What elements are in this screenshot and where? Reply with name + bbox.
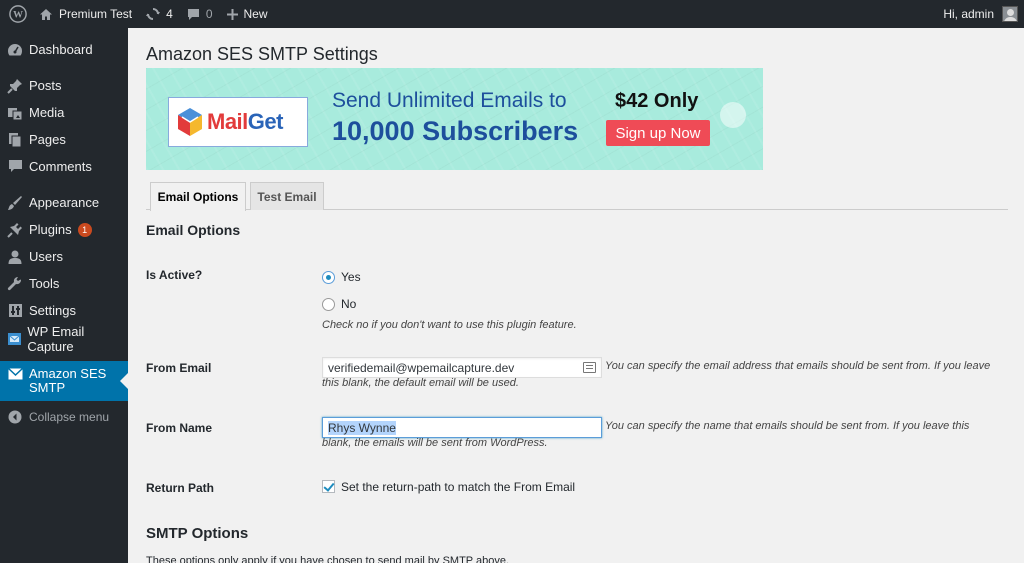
from-name-description: You can specify the name that emails sho… bbox=[322, 420, 970, 449]
email-options-heading: Email Options bbox=[146, 222, 241, 238]
mailget-brand: MailGet bbox=[207, 109, 283, 135]
avatar bbox=[1002, 6, 1018, 22]
sidebar-item-label: Tools bbox=[29, 276, 60, 291]
return-path-label: Return Path bbox=[146, 481, 215, 495]
plugin-icon bbox=[1, 222, 29, 238]
sidebar-item-label: Appearance bbox=[29, 195, 100, 210]
sidebar-item-label: Plugins bbox=[29, 222, 72, 237]
sidebar-item-media[interactable]: Media bbox=[0, 99, 128, 126]
mailget-cube-icon bbox=[177, 107, 203, 137]
sidebar-item-plugins[interactable]: Plugins 1 bbox=[0, 216, 128, 243]
sidebar-item-dashboard[interactable]: Dashboard bbox=[0, 36, 128, 63]
sidebar-item-tools[interactable]: Tools bbox=[0, 270, 128, 297]
collapse-icon bbox=[1, 410, 29, 424]
sidebar-item-label: Posts bbox=[29, 78, 62, 93]
home-icon bbox=[39, 8, 53, 21]
sidebar-item-label: WP Email Capture bbox=[27, 323, 85, 354]
smtp-options-heading: SMTP Options bbox=[146, 525, 249, 542]
sidebar-item-label: Collapse menu bbox=[29, 409, 110, 424]
signup-button[interactable]: Sign up Now bbox=[606, 120, 710, 146]
media-icon bbox=[1, 105, 29, 121]
plus-icon bbox=[226, 8, 238, 20]
email-capture-icon bbox=[1, 332, 27, 346]
sidebar-item-wp-email-capture[interactable]: WP Email Capture bbox=[0, 323, 128, 354]
updates-icon bbox=[146, 7, 161, 21]
admin-bar: W Premium Test 4 0 New Hi, admin bbox=[0, 0, 1024, 28]
plugins-update-badge: 1 bbox=[77, 222, 92, 237]
is-active-yes-label[interactable]: Yes bbox=[341, 270, 361, 284]
smtp-options-note: These options only apply if you have cho… bbox=[146, 555, 510, 563]
banner-decoration bbox=[720, 102, 746, 128]
sidebar-item-amazon-ses-smtp[interactable]: Amazon SES SMTP bbox=[0, 361, 128, 401]
sidebar-item-label: Amazon SES SMTP bbox=[29, 366, 107, 395]
envelope-icon bbox=[1, 368, 29, 380]
sidebar-item-pages[interactable]: Pages bbox=[0, 126, 128, 153]
sidebar-item-label: Settings bbox=[29, 303, 76, 318]
sidebar-item-label: Users bbox=[29, 249, 63, 264]
banner-price: $42 Only bbox=[615, 90, 699, 112]
greeting: Hi, admin bbox=[943, 7, 994, 21]
pin-icon bbox=[1, 78, 29, 94]
is-active-label: Is Active? bbox=[146, 268, 203, 282]
site-name: Premium Test bbox=[59, 7, 133, 21]
sidebar-item-posts[interactable]: Posts bbox=[0, 72, 128, 99]
wrench-icon bbox=[1, 276, 29, 292]
pages-icon bbox=[1, 132, 29, 148]
comments-count: 0 bbox=[205, 7, 213, 21]
is-active-no-label[interactable]: No bbox=[341, 297, 356, 311]
new-content-link[interactable]: New bbox=[220, 0, 275, 28]
mailget-banner[interactable]: MailGet Send Unlimited Emails to 10,000 … bbox=[146, 68, 763, 170]
return-path-checkbox-label[interactable]: Set the return-path to match the From Em… bbox=[341, 480, 575, 494]
comments-link[interactable]: 0 bbox=[180, 0, 220, 28]
settings-tabs: Email Options Test Email bbox=[146, 182, 1008, 211]
admin-sidebar: Dashboard Posts Media Pages Comments App… bbox=[0, 28, 128, 563]
banner-headline: Send Unlimited Emails to bbox=[332, 89, 567, 112]
mailget-brand-mail: Mail bbox=[207, 109, 248, 134]
users-icon bbox=[1, 249, 29, 265]
comment-icon bbox=[1, 159, 29, 174]
dashboard-icon bbox=[1, 42, 29, 58]
site-name-link[interactable]: Premium Test bbox=[32, 0, 139, 28]
sidebar-item-label: Pages bbox=[29, 132, 66, 147]
is-active-no-radio[interactable] bbox=[322, 298, 335, 311]
mailget-brand-get: Get bbox=[247, 109, 284, 134]
updates-link[interactable]: 4 bbox=[139, 0, 180, 28]
from-name-label: From Name bbox=[146, 421, 213, 435]
tab-email-options[interactable]: Email Options bbox=[150, 182, 246, 211]
from-email-label: From Email bbox=[146, 361, 212, 375]
banner-subscribers: 10,000 Subscribers bbox=[332, 116, 579, 146]
is-active-description: Check no if you don't want to use this p… bbox=[322, 319, 577, 331]
settings-icon bbox=[1, 303, 29, 318]
main-content: Amazon SES SMTP Settings MailGet Send Un… bbox=[128, 28, 1024, 563]
my-account-link[interactable]: Hi, admin bbox=[936, 0, 1024, 28]
svg-text:W: W bbox=[13, 10, 23, 21]
updates-count: 4 bbox=[166, 7, 173, 21]
sidebar-item-settings[interactable]: Settings bbox=[0, 297, 128, 324]
is-active-yes-radio[interactable] bbox=[322, 271, 335, 284]
comment-bubble-icon bbox=[187, 8, 200, 21]
sidebar-item-label: Media bbox=[29, 105, 65, 120]
sidebar-item-comments[interactable]: Comments bbox=[0, 153, 128, 180]
collapse-menu-button[interactable]: Collapse menu bbox=[0, 403, 128, 430]
from-email-description: You can specify the email address that e… bbox=[322, 360, 991, 389]
tab-test-email[interactable]: Test Email bbox=[250, 182, 324, 210]
sidebar-item-users[interactable]: Users bbox=[0, 243, 128, 270]
sidebar-item-label: Comments bbox=[29, 159, 92, 174]
page-title: Amazon SES SMTP Settings bbox=[146, 44, 378, 64]
sidebar-item-label: Dashboard bbox=[29, 42, 93, 57]
new-label: New bbox=[243, 7, 268, 21]
brush-icon bbox=[1, 195, 29, 211]
wordpress-logo-icon[interactable]: W bbox=[4, 0, 32, 28]
mailget-logo: MailGet bbox=[168, 97, 308, 147]
sidebar-item-appearance[interactable]: Appearance bbox=[0, 189, 128, 216]
return-path-checkbox[interactable] bbox=[322, 480, 335, 493]
